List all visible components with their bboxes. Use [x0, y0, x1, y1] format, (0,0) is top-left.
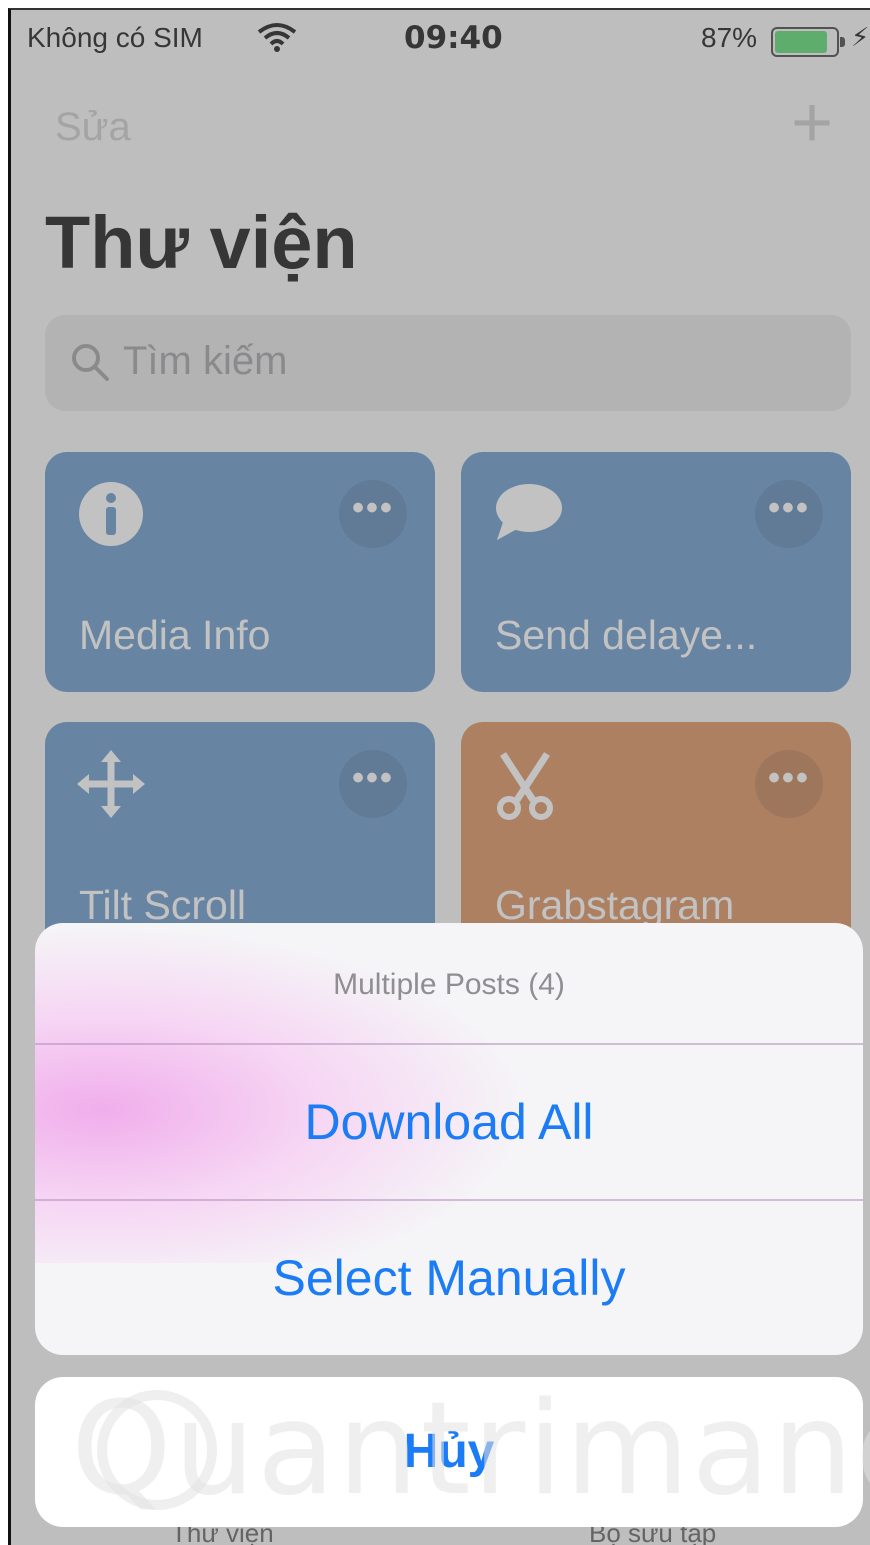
- cancel-label: Hủy: [403, 1425, 495, 1478]
- watermark-bulb-icon: [97, 1390, 217, 1510]
- screen: Không có SIM 09:40 87% ⚡ Sửa + Thư viện: [8, 8, 870, 1545]
- download-all-button[interactable]: Download All: [35, 1045, 863, 1199]
- action-sheet-title: Multiple Posts (4): [333, 968, 565, 1001]
- select-manually-button[interactable]: Select Manually: [35, 1201, 863, 1355]
- action-sheet: Multiple Posts (4) Download All Select M…: [35, 923, 863, 1355]
